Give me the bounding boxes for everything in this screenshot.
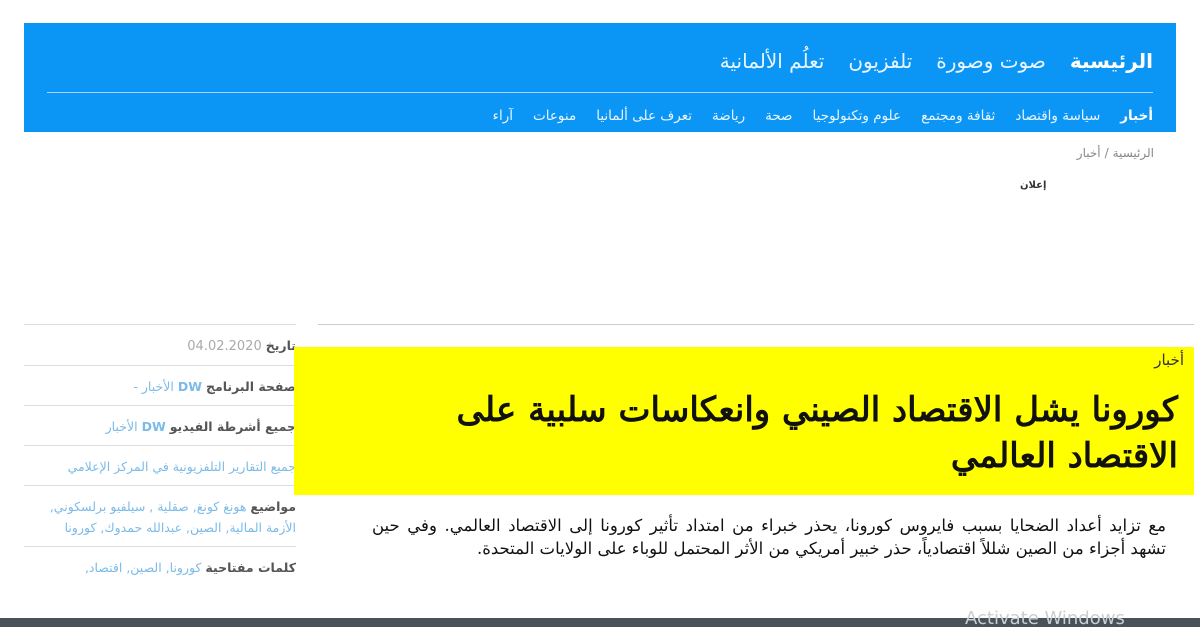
secondary-nav: أخبار سياسة واقتصاد ثقافة ومجتمع علوم وت… bbox=[47, 101, 1153, 131]
keywords-label: كلمات مفتاحية bbox=[205, 560, 296, 575]
ad-label: إعلان bbox=[1020, 180, 1047, 191]
tv-reports-link[interactable]: جميع التقارير التلفزيونية في المركز الإع… bbox=[68, 459, 296, 474]
all-videos-link[interactable]: الأخبار bbox=[106, 419, 138, 434]
date-block: تاريخ 04.02.2020 bbox=[24, 324, 296, 365]
date-label: تاريخ bbox=[265, 338, 296, 353]
activate-windows-watermark: Activate Windows bbox=[965, 608, 1125, 627]
keywords-links[interactable]: كورونا, الصين, اقتصاد, bbox=[85, 560, 201, 575]
all-videos-block: جميع أشرطة الفيديو DW الأخبار bbox=[24, 405, 296, 445]
nav-item-sports[interactable]: رياضة bbox=[712, 108, 745, 124]
nav-item-audio-video[interactable]: صوت وصورة bbox=[936, 49, 1046, 73]
program-page-block: صفحة البرنامج DW الأخبار - bbox=[24, 365, 296, 405]
date-value: 04.02.2020 bbox=[187, 339, 262, 354]
nav-item-opinions[interactable]: آراء bbox=[493, 108, 513, 124]
nav-item-discover-germany[interactable]: تعرف على ألمانيا bbox=[596, 108, 692, 124]
all-videos-dw[interactable]: DW bbox=[142, 419, 166, 434]
topics-label: مواضيع bbox=[250, 499, 296, 514]
article-headline: كورونا يشل الاقتصاد الصيني وانعكاسات سلب… bbox=[456, 390, 1178, 476]
program-page-link[interactable]: الأخبار - bbox=[133, 379, 173, 394]
nav-item-health[interactable]: صحة bbox=[765, 108, 792, 124]
tv-reports-block: جميع التقارير التلفزيونية في المركز الإع… bbox=[24, 445, 296, 485]
all-videos-label: جميع أشرطة الفيديو bbox=[169, 419, 296, 434]
article-info-sidebar: تاريخ 04.02.2020 صفحة البرنامج DW الأخبا… bbox=[24, 324, 296, 586]
breadcrumb-current[interactable]: أخبار bbox=[1077, 146, 1101, 160]
primary-nav: الرئيسية صوت وصورة تلفزيون تعلُم الألمان… bbox=[47, 41, 1153, 81]
keywords-block: كلمات مفتاحية كورونا, الصين, اقتصاد, bbox=[24, 546, 296, 586]
article-lead: مع تزايد أعداد الضحايا بسبب فايروس كورون… bbox=[372, 516, 1166, 558]
nav-item-politics-economy[interactable]: سياسة واقتصاد bbox=[1015, 108, 1100, 124]
nav-item-learn-german[interactable]: تعلُم الألمانية bbox=[720, 49, 825, 73]
headline-highlight: أخبار كورونا يشل الاقتصاد الصيني وانعكاس… bbox=[294, 347, 1194, 495]
nav-item-science-tech[interactable]: علوم وتكنولوجيا bbox=[813, 108, 902, 124]
program-page-dw[interactable]: DW bbox=[178, 379, 202, 394]
content-divider bbox=[318, 324, 1194, 325]
taskbar: Activate Windows bbox=[0, 608, 1200, 627]
breadcrumb: الرئيسية / أخبار bbox=[1077, 146, 1154, 160]
article-kicker: أخبار bbox=[1154, 351, 1184, 369]
program-page-label: صفحة البرنامج bbox=[205, 379, 296, 394]
nav-item-home[interactable]: الرئيسية bbox=[1070, 49, 1153, 73]
nav-item-news[interactable]: أخبار bbox=[1120, 108, 1153, 124]
top-navigation: الرئيسية صوت وصورة تلفزيون تعلُم الألمان… bbox=[24, 23, 1176, 132]
topics-block: مواضيع هونغ كونغ, صقلية , سيلفيو برلسكون… bbox=[24, 485, 296, 546]
breadcrumb-separator: / bbox=[1104, 146, 1109, 160]
nav-divider bbox=[47, 92, 1153, 93]
nav-item-culture-society[interactable]: ثقافة ومجتمع bbox=[921, 108, 995, 124]
breadcrumb-home[interactable]: الرئيسية bbox=[1113, 146, 1154, 160]
nav-item-tv[interactable]: تلفزيون bbox=[848, 49, 912, 73]
nav-item-misc[interactable]: منوعات bbox=[533, 108, 576, 124]
